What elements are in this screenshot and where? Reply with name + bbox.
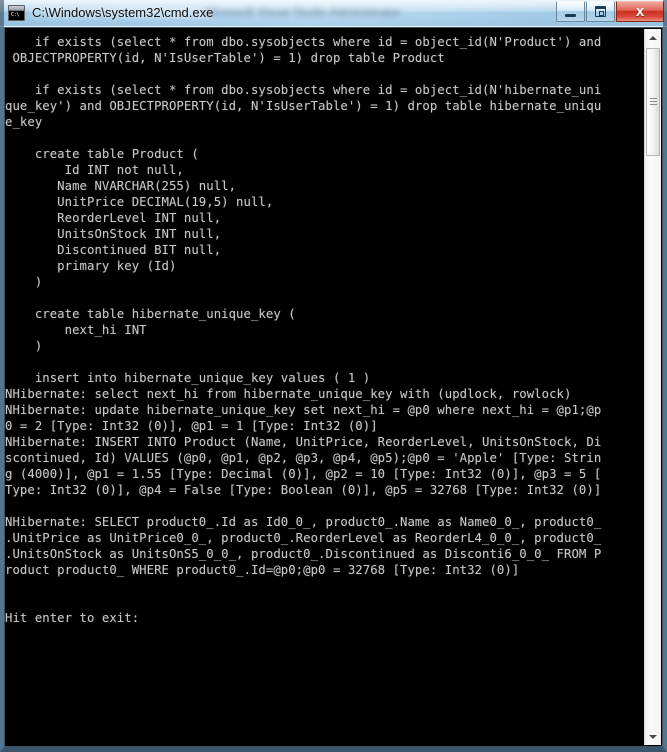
minimize-button[interactable] [556, 1, 585, 22]
close-button[interactable]: x [616, 1, 664, 22]
close-icon: x [635, 3, 645, 20]
title-bar[interactable]: C:\ C:\Windows\system32\cmd.exe Microsof… [0, 0, 667, 27]
console-line: Id INT not null, [5, 163, 184, 177]
console-line: NHibernate: SELECT product0_.Id as Id0_0… [5, 515, 602, 529]
console-line: roduct product0_ WHERE product0_.Id=@p0;… [5, 563, 520, 577]
console-line: ) [5, 275, 43, 289]
console-line: if exists (select * from dbo.sysobjects … [5, 83, 602, 97]
window-title: C:\Windows\system32\cmd.exe [32, 5, 214, 20]
icon-prompt-glyph: C:\ [11, 12, 20, 18]
console-line: primary key (Id) [5, 259, 177, 273]
console-line: .UnitPrice as UnitPrice0_0_, product0_.R… [5, 531, 602, 545]
console-line: Discontinued BIT null, [5, 243, 222, 257]
console-line: 0 = 2 [Type: Int32 (0)], @p1 = 1 [Type: … [5, 419, 378, 433]
console-line: next_hi INT [5, 323, 147, 337]
cmd-window: C:\ C:\Windows\system32\cmd.exe Microsof… [0, 0, 667, 752]
cmd-console-icon[interactable]: C:\ [8, 5, 25, 21]
console-line: insert into hibernate_unique_key values … [5, 371, 371, 385]
console-line: Hit enter to exit: [5, 611, 140, 625]
scrollbar-thumb[interactable] [646, 48, 660, 156]
console-line: NHibernate: INSERT INTO Product (Name, U… [5, 435, 602, 449]
maximize-restore-button[interactable] [586, 1, 615, 22]
console-line: ReorderLevel INT null, [5, 211, 222, 225]
console-output: if exists (select * from dbo.sysobjects … [5, 28, 645, 746]
chevron-down-icon [649, 734, 657, 739]
restore-icon [587, 2, 614, 21]
console-line: UnitsOnStock INT null, [5, 227, 222, 241]
console-line: scontinued, Id) VALUES (@p0, @p1, @p2, @… [5, 451, 602, 465]
console-line: g (4000)], @p1 = 1.55 [Type: Decimal (0)… [5, 467, 602, 481]
console-line: create table hibernate_unique_key ( [5, 307, 296, 321]
scrollbar-down-arrow[interactable] [645, 728, 661, 745]
console-line: e_key [5, 115, 43, 129]
minimize-icon [557, 2, 584, 21]
console-line: UnitPrice DECIMAL(19,5) null, [5, 195, 274, 209]
console-client-area[interactable]: if exists (select * from dbo.sysobjects … [4, 27, 663, 747]
console-line: OBJECTPROPERTY(id, N'IsUserTable') = 1) … [5, 51, 445, 65]
console-line: Name NVARCHAR(255) null, [5, 179, 237, 193]
console-line: create table Product ( [5, 147, 199, 161]
console-line: que_key') and OBJECTPROPERTY(id, N'IsUse… [5, 99, 602, 113]
scrollbar-grip-icon [650, 98, 657, 106]
window-title-redacted-text: Microsoft Visual Studio Administrator [205, 5, 401, 19]
icon-console-body: C:\ [9, 11, 24, 20]
console-line: ) [5, 339, 43, 353]
console-line: NHibernate: update hibernate_unique_key … [5, 403, 602, 417]
chevron-up-icon [649, 35, 657, 40]
console-line: .UnitsOnStock as UnitsOnS5_0_0_, product… [5, 547, 602, 561]
window-controls: x [556, 1, 664, 22]
console-line: NHibernate: select next_hi from hibernat… [5, 387, 572, 401]
console-scrollbar[interactable] [644, 29, 661, 745]
console-line: Type: Int32 (0)], @p4 = False [Type: Boo… [5, 483, 602, 497]
scrollbar-up-arrow[interactable] [645, 29, 661, 46]
console-line: if exists (select * from dbo.sysobjects … [5, 35, 602, 49]
